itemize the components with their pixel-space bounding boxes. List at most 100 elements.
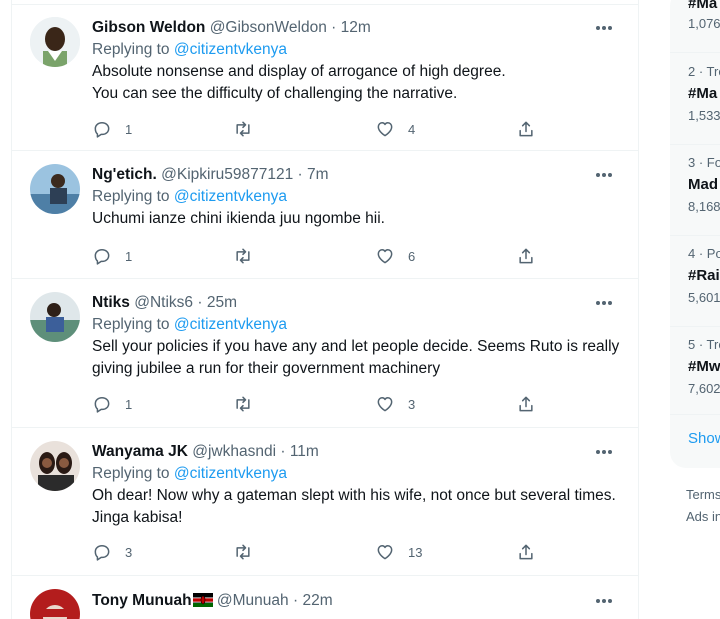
retweet-icon [236, 396, 250, 412]
share-icon [519, 248, 533, 264]
share-button[interactable] [516, 118, 536, 140]
reply-icon [94, 545, 110, 561]
replying-to: Replying to @citizentvkenya [92, 39, 622, 61]
like-count: 6 [408, 248, 416, 264]
separator: · [292, 592, 299, 609]
reply-button[interactable]: 1 [92, 118, 132, 140]
trend-item[interactable]: 5 · Tre #Mw 7,602 [688, 337, 720, 397]
footer-ads-link[interactable]: Ads in [686, 509, 720, 524]
timestamp[interactable]: 7m [307, 166, 329, 183]
trend-count: 8,168 [688, 199, 720, 214]
timestamp[interactable]: 22m [302, 592, 332, 609]
display-name[interactable]: Ntiks [92, 294, 130, 311]
user-handle[interactable]: @Munuah [217, 592, 289, 609]
trend-item[interactable]: 3 · Fo Mad 8,168 [688, 155, 720, 215]
trend-name: #Ma [688, 85, 718, 102]
more-icon[interactable] [592, 441, 616, 463]
footer-terms-link[interactable]: Terms [686, 487, 720, 502]
tweet-header: Ng'etich. @Kipkiru59877121 · 7m [92, 164, 622, 186]
tweet-text-line: Uchumi ianze chini ikienda juu ngombe hi… [92, 210, 385, 227]
more-icon[interactable] [592, 590, 616, 612]
reply-button[interactable]: 1 [92, 245, 132, 267]
tweet[interactable]: Ntiks @Ntiks6 · 25m Replying to @citizen… [12, 279, 638, 428]
avatar[interactable] [30, 589, 80, 619]
avatar[interactable] [30, 441, 80, 491]
tweet[interactable]: Ng'etich. @Kipkiru59877121 · 7m Replying… [12, 151, 638, 279]
share-icon [519, 396, 533, 412]
display-name[interactable]: Ng'etich. [92, 166, 157, 183]
timestamp[interactable]: 25m [207, 294, 237, 311]
heart-icon [377, 397, 393, 412]
replying-to: Replying to @citizentvkenya [92, 463, 622, 485]
like-button[interactable]: 6 [375, 245, 415, 267]
more-icon[interactable] [592, 164, 616, 186]
separator: · [331, 19, 337, 36]
reply-button[interactable]: 3 [92, 541, 132, 563]
tweet[interactable]: Tony Munuah @Munuah · 22m [12, 576, 638, 619]
timestamp[interactable]: 12m [341, 19, 371, 36]
tweet-header: Tony Munuah @Munuah · 22m [92, 590, 622, 612]
tweet[interactable]: Gibson Weldon @GibsonWeldon · 12m Replyi… [12, 5, 638, 151]
trends-sidebar: #Ma 1,076 2 · Tre #Ma 1,533 3 · Fo Mad 8… [670, 0, 720, 619]
divider [670, 414, 720, 415]
heart-icon [377, 545, 393, 560]
heart-icon [377, 249, 393, 264]
display-name[interactable]: Tony Munuah [92, 592, 192, 609]
trend-name: Mad [688, 176, 718, 193]
show-more-link[interactable]: Show [688, 430, 720, 447]
reply-icon [94, 249, 110, 265]
share-button[interactable] [516, 541, 536, 563]
retweet-button[interactable] [233, 393, 266, 415]
like-button[interactable]: 3 [375, 393, 415, 415]
share-icon [519, 121, 533, 137]
display-name[interactable]: Wanyama JK [92, 443, 188, 460]
share-button[interactable] [516, 245, 536, 267]
retweet-button[interactable] [233, 118, 266, 140]
trend-meta: 5 · Tre [688, 337, 720, 352]
user-handle[interactable]: @jwkhasndi [192, 443, 276, 460]
more-icon[interactable] [592, 292, 616, 314]
timestamp[interactable]: 11m [290, 443, 319, 460]
reply-button[interactable]: 1 [92, 393, 132, 415]
mention-link[interactable]: @citizentvkenya [174, 41, 287, 58]
mention-link[interactable]: @citizentvkenya [174, 188, 287, 205]
user-handle[interactable]: @Ntiks6 [134, 294, 193, 311]
tweet-text-line: You can see the difficulty of challengin… [92, 85, 458, 102]
replying-to-label: Replying to [92, 188, 170, 205]
heart-icon [377, 122, 393, 137]
trend-item[interactable]: 4 · Po #Rai 5,601 [688, 246, 720, 306]
share-icon [519, 544, 533, 560]
tweet[interactable]: Wanyama JK @jwkhasndi · 11m Replying to … [12, 428, 638, 576]
user-handle[interactable]: @Kipkiru59877121 [161, 166, 293, 183]
trend-meta: 3 · Fo [688, 155, 720, 170]
tweet-header: Gibson Weldon @GibsonWeldon · 12m [92, 17, 622, 39]
trend-item[interactable]: #Ma 1,076 [688, 0, 720, 32]
display-name[interactable]: Gibson Weldon [92, 19, 205, 36]
trend-item[interactable]: 2 · Tre #Ma 1,533 [688, 64, 720, 124]
replying-to: Replying to @citizentvkenya [92, 186, 622, 208]
avatar[interactable] [30, 17, 80, 67]
tweet-text-line: Jinga kabisa! [92, 509, 183, 526]
mention-link[interactable]: @citizentvkenya [174, 465, 287, 482]
replying-to-label: Replying to [92, 41, 170, 58]
divider [670, 52, 720, 53]
avatar[interactable] [30, 292, 80, 342]
separator: · [297, 166, 303, 183]
mention-link[interactable]: @citizentvkenya [174, 316, 287, 333]
like-count: 13 [408, 544, 423, 560]
retweet-button[interactable] [233, 245, 266, 267]
like-button[interactable]: 13 [375, 541, 422, 563]
trend-meta: 2 · Tre [688, 64, 720, 79]
tweet-header: Ntiks @Ntiks6 · 25m [92, 292, 622, 314]
like-button[interactable]: 4 [375, 118, 415, 140]
share-button[interactable] [516, 393, 536, 415]
user-handle[interactable]: @GibsonWeldon [210, 19, 327, 36]
retweet-button[interactable] [233, 541, 266, 563]
retweet-icon [236, 544, 250, 560]
reply-count: 1 [125, 248, 133, 264]
reply-count: 1 [125, 121, 133, 137]
trend-count: 1,533 [688, 108, 720, 123]
avatar[interactable] [30, 164, 80, 214]
tweet-text-line: Oh dear! Now why a gateman slept with hi… [92, 487, 616, 504]
more-icon[interactable] [592, 17, 616, 39]
